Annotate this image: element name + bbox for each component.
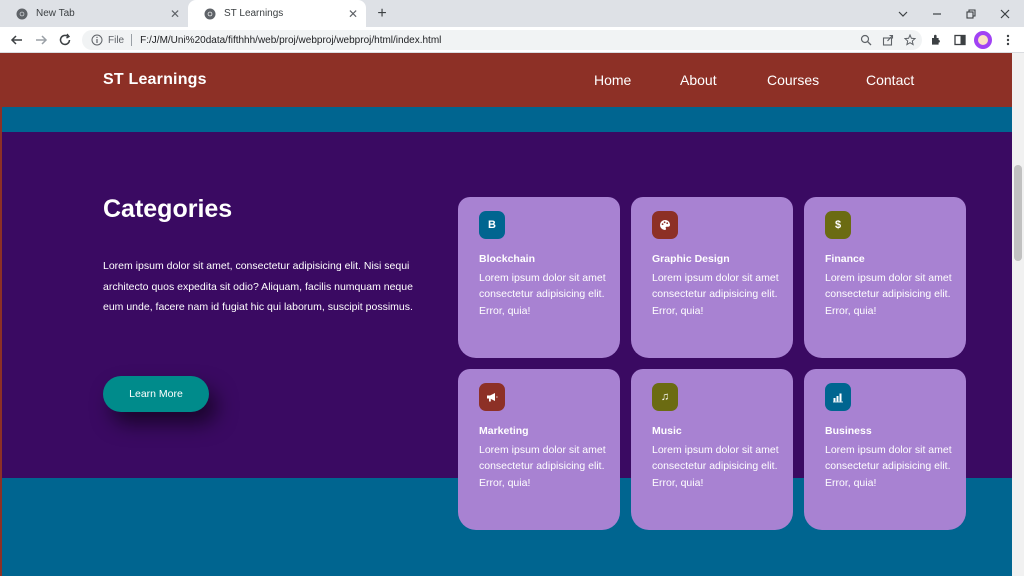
category-card-blockchain[interactable]: B Blockchain Lorem ipsum dolor sit amet … [458,197,620,358]
nav-link-contact[interactable]: Contact [866,72,914,88]
divider [131,34,133,46]
bitcoin-icon: B [479,211,505,239]
tab-strip: New Tab ✕ ST Learnings ✕ + [0,0,1024,27]
chevron-down-icon[interactable] [886,0,920,27]
tab-new-tab[interactable]: New Tab ✕ [0,0,188,27]
scheme-label: File [108,34,125,46]
profile-avatar[interactable] [974,31,992,49]
new-tab-button[interactable]: + [372,4,392,24]
info-icon[interactable] [90,33,104,47]
scrollbar-thumb[interactable] [1014,165,1022,261]
url-text[interactable]: F:/J/M/Uni%20data/fifthhh/web/proj/webpr… [140,35,856,46]
arrow-left-icon [10,35,22,45]
side-panel-icon[interactable] [950,30,970,50]
category-card-finance[interactable]: $ Finance Lorem ipsum dolor sit amet con… [804,197,966,358]
card-title: Graphic Design [652,253,730,265]
address-bar[interactable]: File F:/J/M/Uni%20data/fifthhh/web/proj/… [82,30,922,50]
dollar-icon: $ [825,211,851,239]
reload-button[interactable] [55,30,75,50]
chrome-icon [204,8,216,20]
minimize-icon[interactable] [920,0,954,27]
tab-title: ST Learnings [224,8,284,19]
back-button[interactable] [7,30,27,50]
forward-button[interactable] [31,30,51,50]
card-title: Blockchain [479,253,536,265]
nav-link-home[interactable]: Home [594,72,631,88]
card-title: Music [652,425,682,437]
tab-st-learnings[interactable]: ST Learnings ✕ [188,0,366,27]
site-navbar: ST Learnings Home About Courses Contact [2,53,1012,107]
card-text: Lorem ipsum dolor sit amet consectetur a… [825,272,952,317]
section-description: Lorem ipsum dolor sit amet, consectetur … [103,260,413,313]
page-scrollbar[interactable] [1012,53,1024,576]
close-window-icon[interactable] [988,0,1022,27]
arrow-right-icon [36,35,48,45]
tab-title: New Tab [36,8,75,19]
megaphone-icon [479,383,505,411]
avatar [978,35,988,45]
reload-icon [59,33,71,46]
zoom-icon[interactable] [856,30,876,50]
card-text: Lorem ipsum dolor sit amet consectetur a… [825,444,952,489]
chart-icon [825,383,851,411]
nav-link-about[interactable]: About [680,72,717,88]
card-text: Lorem ipsum dolor sit amet consectetur a… [479,444,606,489]
card-title: Finance [825,253,865,265]
restore-icon[interactable] [954,0,988,27]
card-text: Lorem ipsum dolor sit amet consectetur a… [652,444,779,489]
close-icon[interactable]: ✕ [166,5,184,23]
category-card-business[interactable]: Business Lorem ipsum dolor sit amet cons… [804,369,966,530]
close-icon[interactable]: ✕ [344,5,362,23]
star-icon[interactable] [900,30,920,50]
card-title: Marketing [479,425,529,437]
card-text: Lorem ipsum dolor sit amet consectetur a… [479,272,606,317]
nav-link-courses[interactable]: Courses [767,72,819,88]
chrome-icon [16,8,28,20]
card-text: Lorem ipsum dolor sit amet consectetur a… [652,272,779,317]
category-card-marketing[interactable]: Marketing Lorem ipsum dolor sit amet con… [458,369,620,530]
card-title: Business [825,425,872,437]
teal-band-top [2,107,1012,132]
palette-icon [652,211,678,239]
page-viewport: ST Learnings Home About Courses Contact … [0,53,1012,576]
site-brand[interactable]: ST Learnings [103,71,207,89]
learn-more-button[interactable]: Learn More [103,376,209,412]
section-title: Categories [103,195,233,223]
share-icon[interactable] [878,30,898,50]
category-card-music[interactable]: ♫ Music Lorem ipsum dolor sit amet conse… [631,369,793,530]
browser-toolbar: File F:/J/M/Uni%20data/fifthhh/web/proj/… [0,27,1024,53]
more-menu-icon[interactable] [998,30,1018,50]
category-card-graphic-design[interactable]: Graphic Design Lorem ipsum dolor sit ame… [631,197,793,358]
extensions-icon[interactable] [926,30,946,50]
music-note-icon: ♫ [652,383,678,411]
